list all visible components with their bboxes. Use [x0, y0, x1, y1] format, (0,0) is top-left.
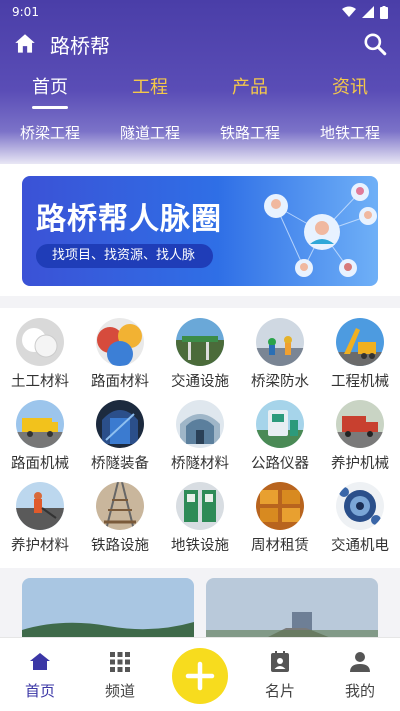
bottom-nav: 首页 频道 名片 我的	[0, 637, 400, 711]
nav-label: 我的	[344, 682, 375, 700]
category-section: 土工材料 路面材料 交通设施 桥梁防水 工程机械 路面机械 桥隧装备 桥隧材料 …	[0, 308, 400, 568]
system-icons	[342, 5, 388, 19]
category-label: 养护机械	[331, 456, 389, 472]
category-railway-facility[interactable]: 铁路设施	[80, 482, 160, 564]
plus-icon	[185, 661, 215, 691]
subnav-item-subway[interactable]: 地铁工程	[300, 110, 400, 143]
tab-home[interactable]: 首页	[0, 73, 100, 99]
tunnel-material-icon	[176, 400, 224, 448]
tab-news[interactable]: 资讯	[300, 73, 400, 99]
wifi-icon	[342, 6, 356, 17]
nav-mine[interactable]: 我的	[320, 638, 400, 711]
category-construction-machinery[interactable]: 工程机械	[320, 318, 400, 400]
bridge-waterproof-icon	[256, 318, 304, 366]
traffic-facility-icon	[176, 318, 224, 366]
material-rental-icon	[256, 482, 304, 530]
category-road-machinery[interactable]: 路面机械	[0, 400, 80, 482]
home-icon	[30, 653, 50, 670]
tab-engineering[interactable]: 工程	[100, 73, 200, 99]
traffic-electromechanical-icon	[336, 482, 384, 530]
status-bar: 9:01	[0, 0, 400, 24]
battery-icon	[380, 5, 388, 19]
nav-publish[interactable]	[160, 638, 240, 711]
nav-label: 名片	[264, 682, 295, 700]
banner-subtitle: 找项目、找资源、找人脉	[36, 244, 214, 268]
category-label: 公路仪器	[251, 456, 309, 472]
sub-nav: 桥梁工程 隧道工程 铁路工程 地铁工程	[0, 110, 400, 143]
category-traffic-electromechanical[interactable]: 交通机电	[320, 482, 400, 564]
maintenance-material-icon	[16, 482, 64, 530]
category-grid: 土工材料 路面材料 交通设施 桥梁防水 工程机械 路面机械 桥隧装备 桥隧材料 …	[0, 308, 400, 564]
category-label: 交通设施	[171, 374, 229, 390]
category-label: 桥隧装备	[91, 456, 149, 472]
category-bridge-waterproof[interactable]: 桥梁防水	[240, 318, 320, 400]
nav-label: 频道	[104, 682, 135, 700]
category-pavement-material[interactable]: 路面材料	[80, 318, 160, 400]
category-geotextile[interactable]: 土工材料	[0, 318, 80, 400]
tab-products[interactable]: 产品	[200, 73, 300, 99]
nav-card[interactable]: 名片	[240, 638, 320, 711]
card-icon	[271, 651, 289, 672]
category-label: 交通机电	[331, 538, 389, 554]
maintenance-machinery-icon	[336, 400, 384, 448]
category-maintenance-machinery[interactable]: 养护机械	[320, 400, 400, 482]
status-time: 9:01	[12, 5, 39, 19]
nav-home[interactable]: 首页	[0, 638, 80, 711]
grid-icon	[110, 652, 130, 672]
subnav-item-tunnel[interactable]: 隧道工程	[100, 110, 200, 143]
category-traffic-facility[interactable]: 交通设施	[160, 318, 240, 400]
subway-facility-icon	[176, 482, 224, 530]
pavement-material-icon	[96, 318, 144, 366]
highway-instrument-icon	[256, 400, 304, 448]
tunnel-equipment-icon	[96, 400, 144, 448]
construction-machinery-icon	[336, 318, 384, 366]
app-title: 路桥帮	[50, 33, 110, 58]
home-icon[interactable]	[12, 31, 38, 57]
category-label: 土工材料	[11, 374, 69, 390]
category-label: 周材租赁	[251, 538, 309, 554]
category-label: 路面机械	[11, 456, 69, 472]
network-illustration	[264, 183, 377, 277]
app-bar: 路桥帮	[0, 24, 400, 64]
railway-facility-icon	[96, 482, 144, 530]
category-subway-facility[interactable]: 地铁设施	[160, 482, 240, 564]
category-label: 桥梁防水	[251, 374, 309, 390]
category-label: 工程机械	[331, 374, 389, 390]
category-label: 桥隧材料	[171, 456, 229, 472]
publish-button[interactable]	[172, 648, 228, 704]
category-label: 铁路设施	[91, 538, 149, 554]
category-highway-instrument[interactable]: 公路仪器	[240, 400, 320, 482]
top-tabs: 首页 工程 产品 资讯	[0, 66, 400, 106]
category-maintenance-material[interactable]: 养护材料	[0, 482, 80, 564]
banner[interactable]: 路桥帮人脉圈 找项目、找资源、找人脉	[22, 176, 378, 286]
category-material-rental[interactable]: 周材租赁	[240, 482, 320, 564]
nav-label: 首页	[24, 682, 55, 700]
banner-title: 路桥帮人脉圈	[36, 202, 222, 237]
person-icon	[350, 652, 370, 672]
category-label: 养护材料	[11, 538, 69, 554]
category-tunnel-material[interactable]: 桥隧材料	[160, 400, 240, 482]
header: 9:01 路桥帮 首页 工程 产品 资讯 桥梁工程 隧道工程 铁路工程 地铁工程	[0, 0, 400, 164]
geotextile-icon	[16, 318, 64, 366]
banner-section: 路桥帮人脉圈 找项目、找资源、找人脉	[0, 164, 400, 296]
category-label: 地铁设施	[171, 538, 229, 554]
category-label: 路面材料	[91, 374, 149, 390]
subnav-item-railway[interactable]: 铁路工程	[200, 110, 300, 143]
subnav-item-bridge[interactable]: 桥梁工程	[0, 110, 100, 143]
search-icon[interactable]	[362, 31, 388, 57]
category-tunnel-equipment[interactable]: 桥隧装备	[80, 400, 160, 482]
nav-channel[interactable]: 频道	[80, 638, 160, 711]
signal-icon	[362, 6, 374, 18]
road-machinery-icon	[16, 400, 64, 448]
